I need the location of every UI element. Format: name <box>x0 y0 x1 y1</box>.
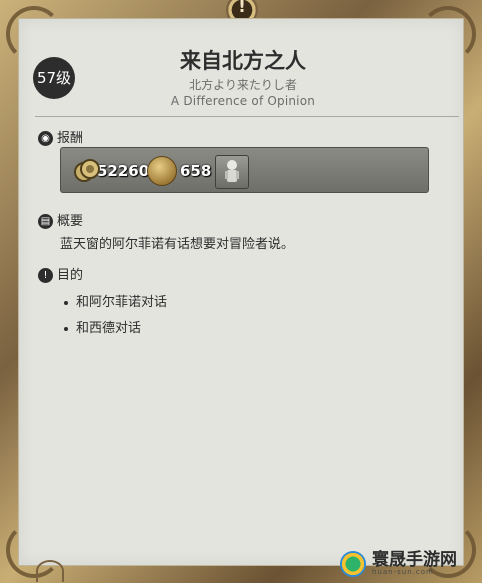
summary-header-label: 概要 <box>57 214 84 229</box>
watermark-url: huan-sun.com <box>372 568 434 576</box>
rewards-header-label: 报酬 <box>57 131 84 146</box>
ornament-corner-top-left <box>6 6 62 62</box>
rewards-box: 52260 658 <box>60 147 429 193</box>
gil-icon <box>73 157 101 185</box>
header-divider <box>35 116 459 117</box>
objective-label: 和阿尔菲诺对话 <box>76 295 168 310</box>
quest-level-badge: 57级 <box>33 57 75 99</box>
reward-bag-icon: ◉ <box>38 131 53 146</box>
summary-text: 蓝天窗的阿尔菲诺有话想要对冒险者说。 <box>60 237 295 252</box>
company-seal-icon <box>147 156 177 186</box>
bullet-icon <box>64 300 68 305</box>
armor-set-icon[interactable] <box>215 155 249 189</box>
objective-item: 和西德对话 <box>64 317 141 336</box>
quest-subtitle-en: A Difference of Opinion <box>170 94 316 108</box>
objectives-header-label: 目的 <box>57 268 84 283</box>
book-icon: ▤ <box>38 214 53 229</box>
seal-amount: 658 <box>180 162 212 180</box>
quest-subtitle-jp: 北方より来たりし者 <box>189 78 297 92</box>
watermark-logo-icon <box>340 551 366 577</box>
summary-section-header: ▤ 概要 <box>38 210 83 229</box>
objective-label: 和西德对话 <box>76 321 142 336</box>
rewards-section-header: ◉ 报酬 <box>38 127 83 146</box>
exclamation-icon: ! <box>38 268 53 283</box>
ornament-bottom <box>36 560 64 582</box>
objectives-section-header: ! 目的 <box>38 264 83 283</box>
ornament-corner-top-right <box>420 6 476 62</box>
gil-amount: 52260 <box>97 162 150 180</box>
bullet-icon <box>64 326 68 331</box>
objective-item: 和阿尔菲诺对话 <box>64 291 167 310</box>
gil-reward[interactable]: 52260 <box>73 157 149 185</box>
watermark-name: 寰晟手游网 <box>372 550 457 570</box>
quest-title: 来自北方之人 <box>180 49 306 73</box>
site-watermark: 寰晟手游网 huan-sun.com <box>340 548 478 580</box>
seal-reward[interactable]: 658 <box>147 156 212 186</box>
